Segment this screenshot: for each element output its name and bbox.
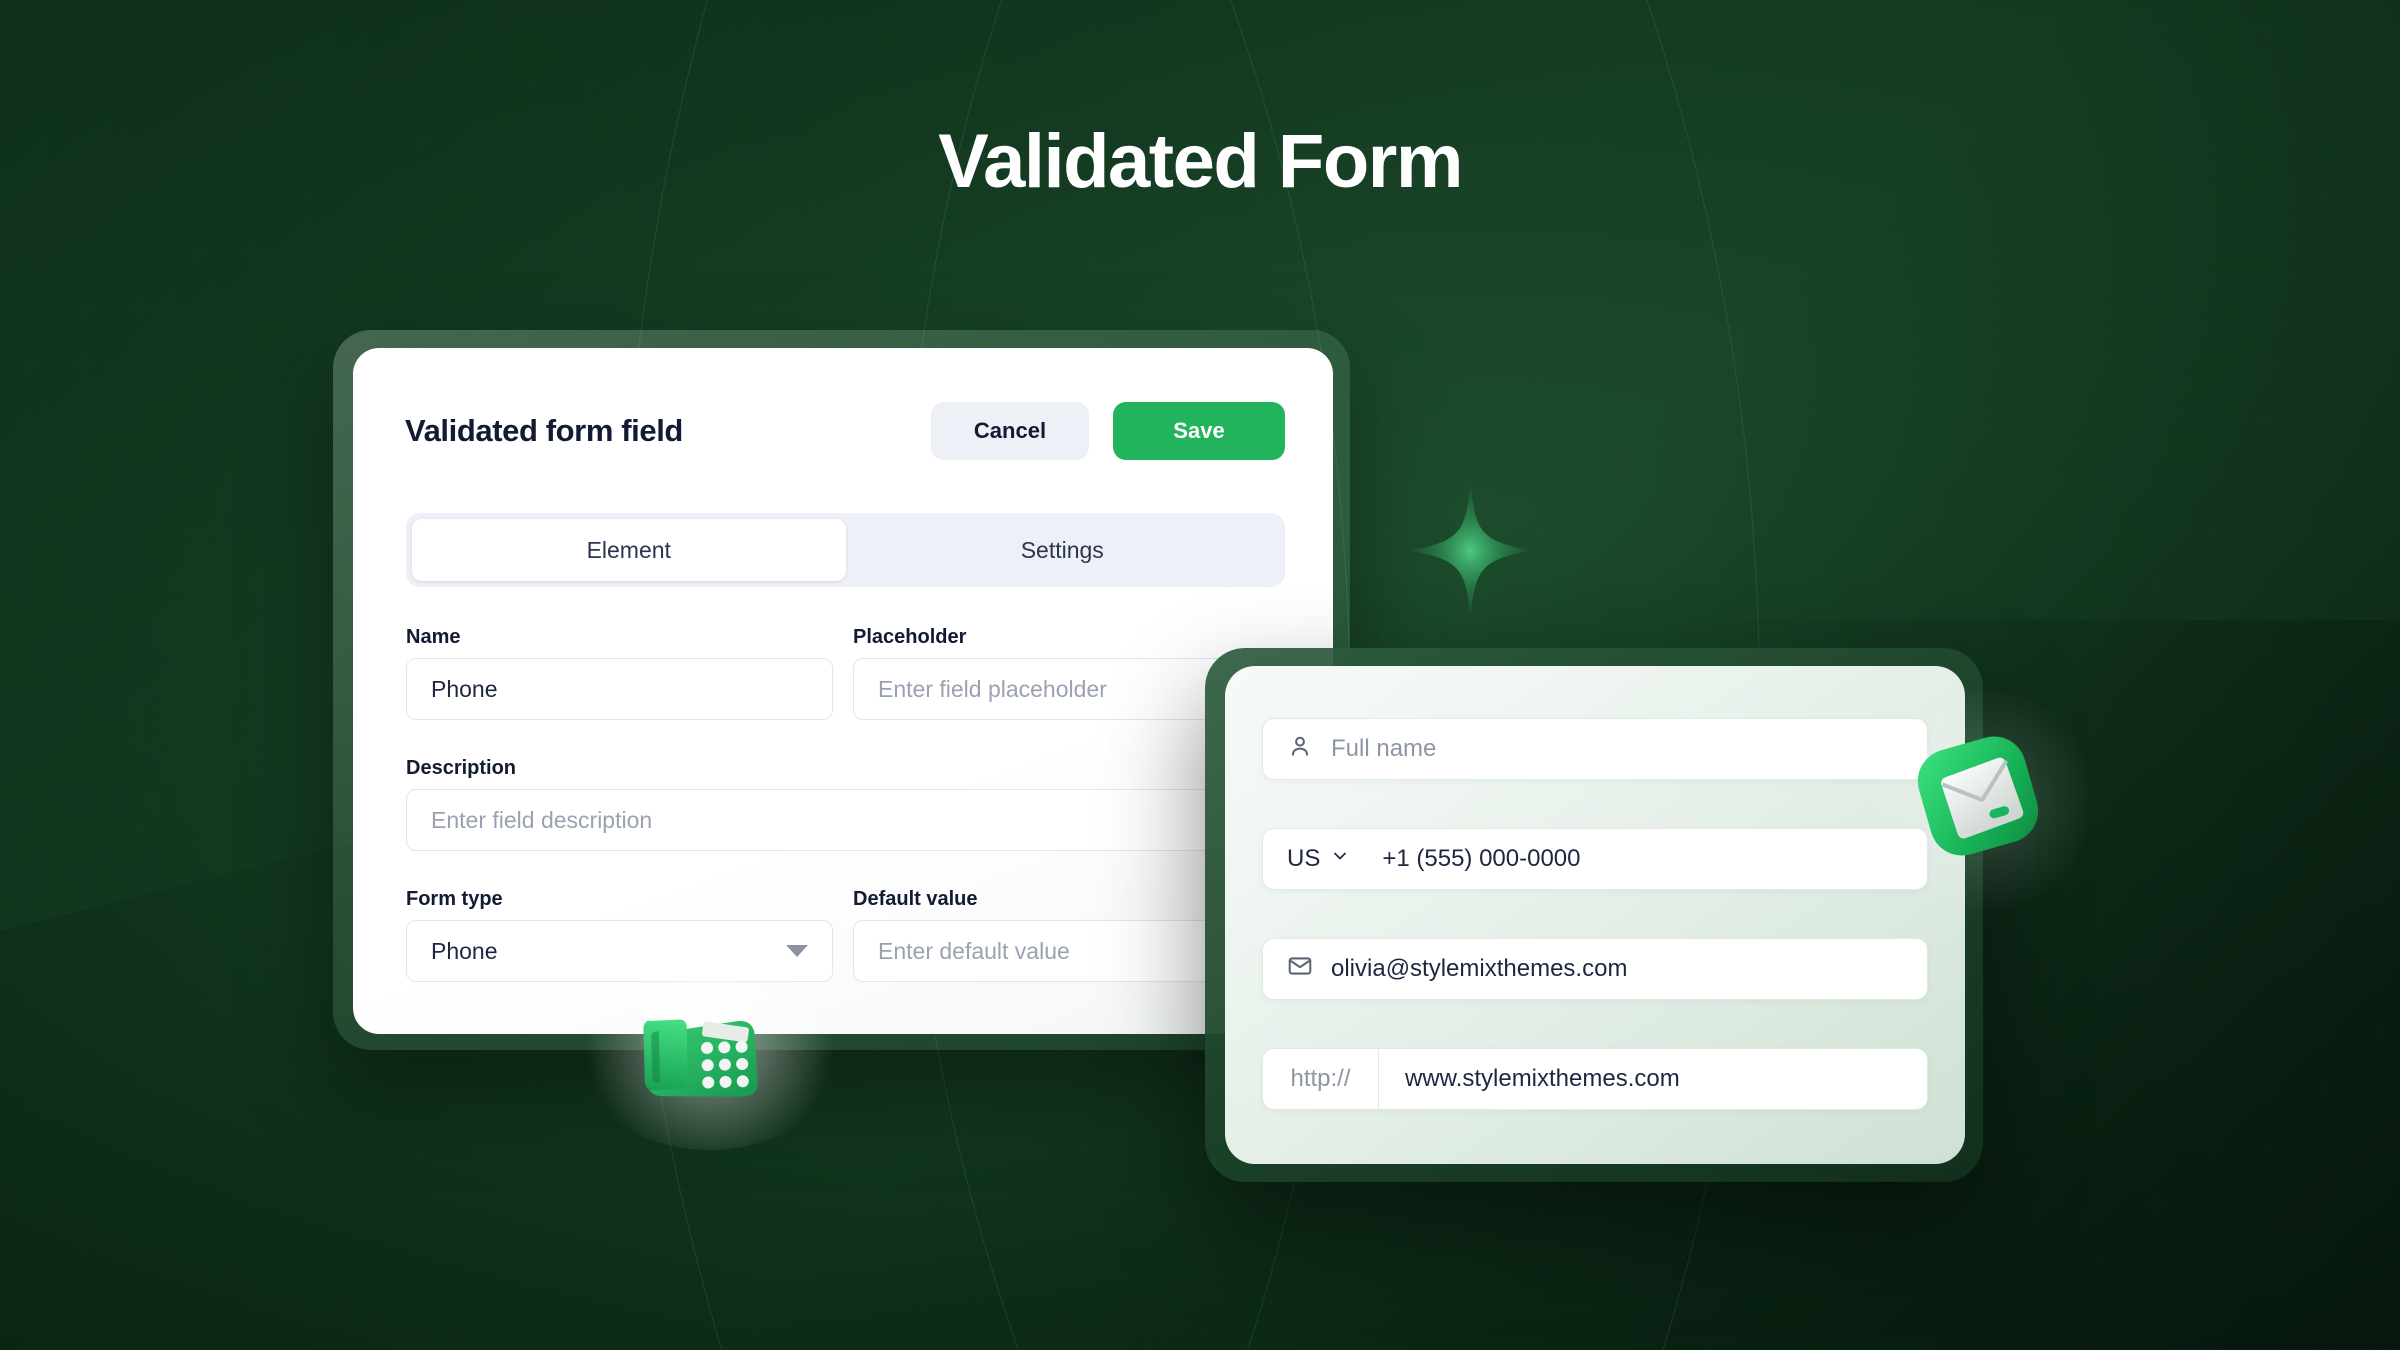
save-button[interactable]: Save (1113, 402, 1285, 460)
form-type-select[interactable]: Phone (406, 920, 833, 982)
person-icon (1287, 733, 1313, 766)
chevron-down-icon (786, 945, 808, 957)
preview-fullname-input[interactable]: Full name (1262, 718, 1928, 780)
phone-3d-icon (630, 988, 770, 1108)
editor-header: Validated form field Cancel Save (405, 402, 1285, 460)
cancel-button[interactable]: Cancel (931, 402, 1089, 460)
name-field-label: Name (406, 626, 461, 648)
description-field-label: Description (406, 757, 517, 779)
preview-phone-input[interactable]: US +1 (555) 000-0000 (1262, 828, 1928, 890)
preview-url-value: www.stylemixthemes.com (1405, 1065, 1680, 1092)
envelope-icon (1287, 953, 1313, 986)
form-type-value: Phone (431, 937, 498, 964)
chevron-down-icon (1330, 845, 1350, 873)
preview-fullname-placeholder: Full name (1331, 735, 1437, 762)
preview-email-input[interactable]: olivia@stylemixthemes.com (1262, 938, 1928, 1000)
sparkle-icon (1398, 478, 1543, 623)
country-selector[interactable]: US (1287, 845, 1350, 873)
preview-url-input[interactable]: http:// www.stylemixthemes.com (1262, 1048, 1928, 1110)
form-type-field-label: Form type (406, 888, 503, 910)
name-input[interactable]: Phone (406, 658, 833, 720)
tab-element[interactable]: Element (412, 519, 846, 581)
description-input[interactable]: Enter field description (406, 789, 1285, 851)
preview-email-value: olivia@stylemixthemes.com (1331, 955, 1628, 982)
page-title: Validated form field (405, 413, 683, 448)
default-value-field-label: Default value (853, 888, 978, 910)
page-heading: Validated Form (938, 119, 1463, 204)
tab-settings[interactable]: Settings (846, 519, 1280, 581)
url-scheme-prefix: http:// (1263, 1049, 1379, 1109)
preview-phone-value: +1 (555) 000-0000 (1382, 845, 1581, 872)
editor-tabbar: Element Settings (406, 513, 1285, 587)
country-code: US (1287, 845, 1321, 872)
placeholder-field-label: Placeholder (853, 626, 967, 648)
